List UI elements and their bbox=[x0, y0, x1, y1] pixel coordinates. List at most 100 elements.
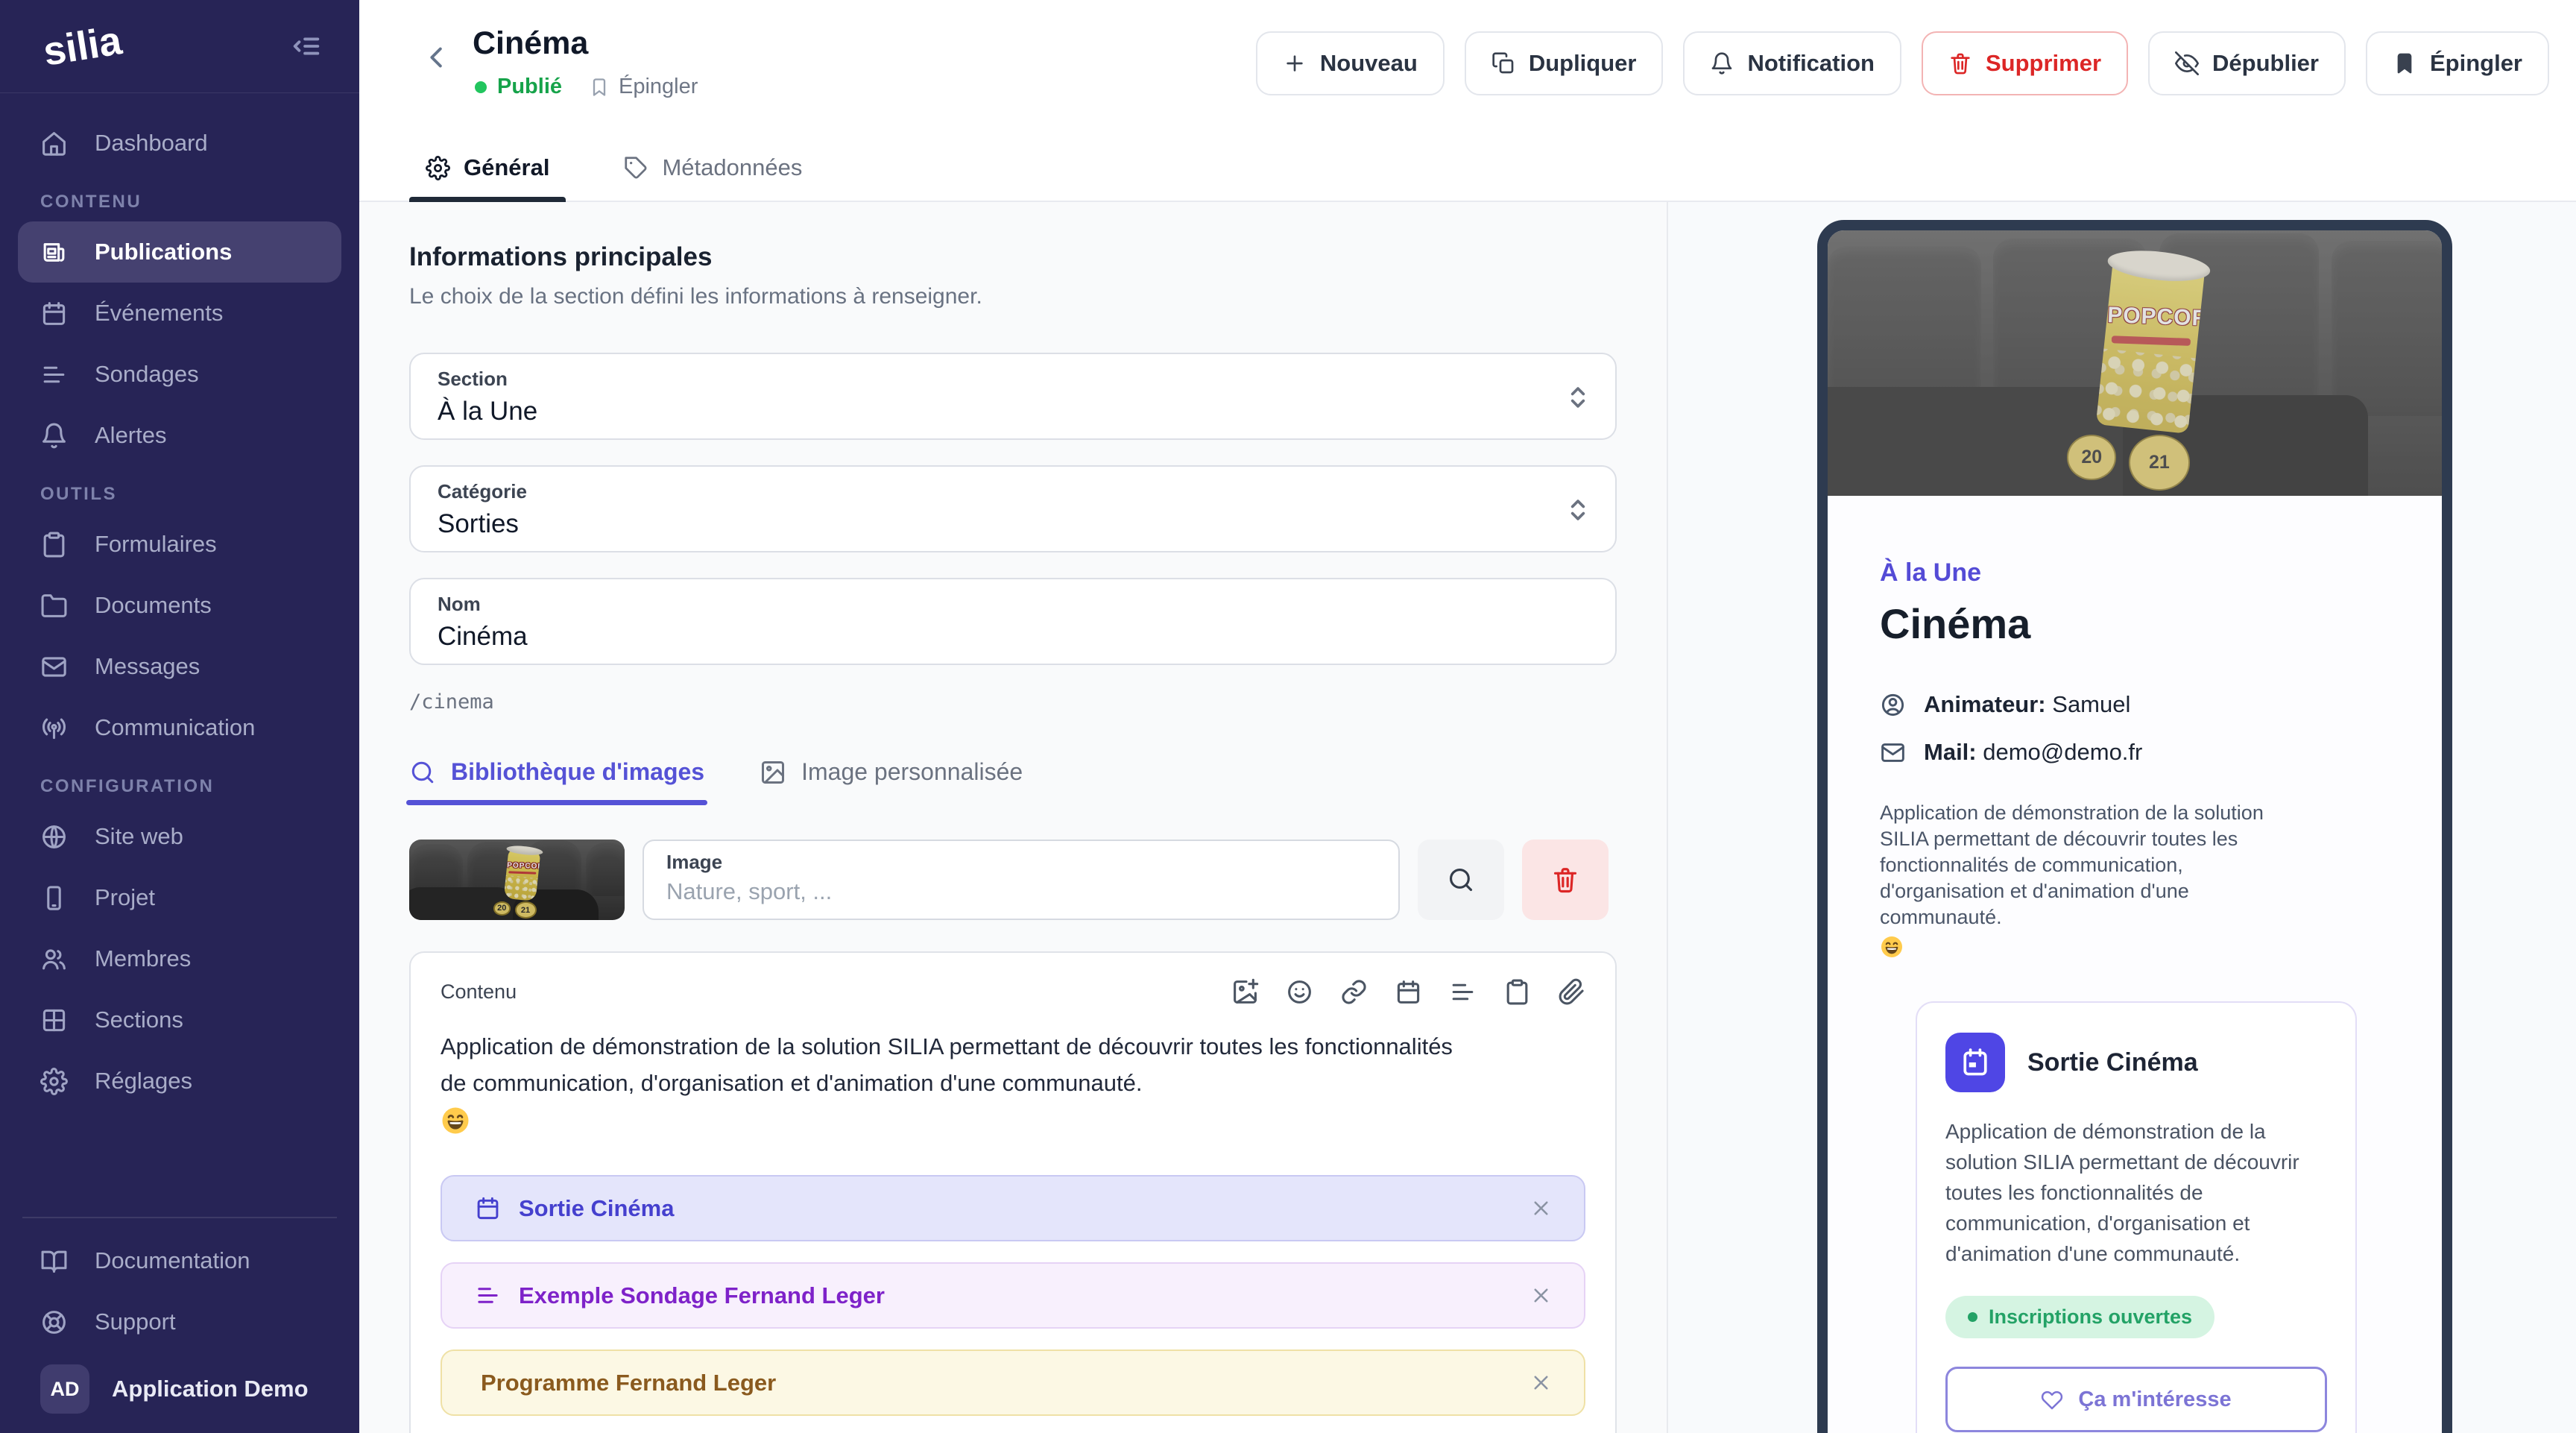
search-icon bbox=[1447, 866, 1475, 894]
close-icon[interactable] bbox=[1530, 1197, 1553, 1220]
button-label: Notification bbox=[1747, 50, 1875, 77]
tab-metadonnees[interactable]: Métadonnées bbox=[607, 154, 818, 202]
tab-general[interactable]: Général bbox=[409, 154, 566, 202]
smiley-icon[interactable] bbox=[1286, 978, 1313, 1006]
sidebar-item-formulaires[interactable]: Formulaires bbox=[18, 514, 341, 575]
link-icon[interactable] bbox=[1340, 978, 1368, 1006]
content-text[interactable]: Application de démonstration de la solut… bbox=[441, 1028, 1484, 1101]
image-delete-button[interactable] bbox=[1522, 840, 1609, 920]
pin-button[interactable]: Épingler bbox=[2366, 31, 2549, 95]
mail-value: demo@demo.fr bbox=[1983, 739, 2142, 765]
chip-label: Exemple Sondage Fernand Leger bbox=[519, 1282, 885, 1309]
sidebar-item-label: Messages bbox=[95, 653, 200, 680]
chevron-updown-icon[interactable] bbox=[1562, 381, 1594, 414]
sidebar-item-membres[interactable]: Membres bbox=[18, 928, 341, 989]
sidebar-item-communication[interactable]: Communication bbox=[18, 697, 341, 758]
attachment-event-chip[interactable]: Sortie Cinéma bbox=[441, 1175, 1585, 1241]
image-search-button[interactable] bbox=[1418, 840, 1504, 920]
duplicate-button[interactable]: Dupliquer bbox=[1465, 31, 1664, 95]
sidebar-item-label: Dashboard bbox=[95, 130, 208, 157]
app-root: silia Dashboard CONTENU Publications Évé… bbox=[0, 0, 2576, 1433]
tab-custom-image[interactable]: Image personnalisée bbox=[760, 758, 1023, 805]
content-editor[interactable]: Contenu Application de démonstration de … bbox=[409, 951, 1617, 1433]
user-account[interactable]: AD Application Demo bbox=[18, 1352, 341, 1414]
section-select[interactable]: Section À la Une bbox=[409, 353, 1617, 440]
sidebar-item-support[interactable]: Support bbox=[18, 1291, 341, 1352]
field-value: À la Une bbox=[438, 397, 1588, 426]
paperclip-icon[interactable] bbox=[1558, 978, 1585, 1006]
sidebar-item-label: Publications bbox=[95, 239, 232, 265]
image-plus-icon[interactable] bbox=[1231, 978, 1259, 1006]
interested-button[interactable]: Ça m'intéresse bbox=[1945, 1367, 2327, 1432]
sidebar-item-documentation[interactable]: Documentation bbox=[18, 1230, 341, 1291]
sidebar-item-documents[interactable]: Documents bbox=[18, 575, 341, 636]
notification-button[interactable]: Notification bbox=[1683, 31, 1901, 95]
calendar-icon bbox=[40, 300, 68, 327]
grid-icon bbox=[40, 1007, 68, 1034]
sidebar-item-site-web[interactable]: Site web bbox=[18, 806, 341, 867]
sidebar-collapse-icon[interactable] bbox=[289, 29, 323, 63]
preview-hero-image: POPCORN 20 21 bbox=[1828, 230, 2442, 496]
gear-icon bbox=[40, 1068, 68, 1095]
users-icon bbox=[40, 945, 68, 973]
list-icon bbox=[40, 361, 68, 388]
home-icon bbox=[40, 130, 68, 157]
unpublish-button[interactable]: Dépublier bbox=[2148, 31, 2346, 95]
list-icon[interactable] bbox=[1449, 978, 1477, 1006]
section-subheading: Le choix de la section défini les inform… bbox=[409, 284, 1667, 309]
pin-label: Épingler bbox=[619, 75, 698, 99]
categorie-select[interactable]: Catégorie Sorties bbox=[409, 465, 1617, 552]
sidebar-item-label: Communication bbox=[95, 714, 255, 741]
tab-label: Général bbox=[464, 154, 549, 181]
delete-button[interactable]: Supprimer bbox=[1922, 31, 2128, 95]
sidebar-item-evenements[interactable]: Événements bbox=[18, 283, 341, 344]
close-icon[interactable] bbox=[1530, 1284, 1553, 1307]
image-thumbnail[interactable]: POPCORN 20 21 bbox=[409, 840, 625, 920]
sidebar-item-alertes[interactable]: Alertes bbox=[18, 405, 341, 466]
image-row: POPCORN 20 21 Image Nature, sport, ... bbox=[409, 840, 1667, 920]
sidebar-item-dashboard[interactable]: Dashboard bbox=[18, 113, 341, 174]
preview-description: Application de démonstration de la solut… bbox=[1880, 800, 2312, 930]
field-label: Catégorie bbox=[438, 480, 1588, 503]
close-icon[interactable] bbox=[1530, 1371, 1553, 1394]
plus-icon bbox=[1283, 51, 1307, 75]
sidebar-item-publications[interactable]: Publications bbox=[18, 221, 341, 283]
sidebar-divider bbox=[22, 1217, 337, 1218]
bookmark-icon bbox=[589, 77, 610, 98]
broadcast-icon bbox=[40, 714, 68, 742]
bookmark-filled-icon bbox=[2393, 51, 2416, 75]
image-search-input[interactable]: Image Nature, sport, ... bbox=[643, 840, 1400, 920]
attachment-program-chip[interactable]: Programme Fernand Leger bbox=[441, 1349, 1585, 1416]
chevron-updown-icon[interactable] bbox=[1562, 494, 1594, 526]
tag-icon bbox=[624, 156, 648, 180]
back-button[interactable] bbox=[420, 40, 455, 75]
event-card-title: Sortie Cinéma bbox=[2027, 1048, 2198, 1077]
calendar-icon bbox=[1959, 1046, 1992, 1079]
button-label: Supprimer bbox=[1986, 50, 2101, 77]
mail-icon bbox=[40, 653, 68, 681]
sidebar-item-projet[interactable]: Projet bbox=[18, 867, 341, 928]
image-icon bbox=[760, 759, 786, 786]
clipboard-icon[interactable] bbox=[1503, 978, 1531, 1006]
sidebar-item-label: Alertes bbox=[95, 422, 166, 449]
sidebar-item-label: Formulaires bbox=[95, 531, 217, 558]
sidebar-item-reglages[interactable]: Réglages bbox=[18, 1051, 341, 1112]
calendar-icon[interactable] bbox=[1395, 978, 1422, 1006]
chip-label: Programme Fernand Leger bbox=[481, 1370, 776, 1396]
sidebar-item-messages[interactable]: Messages bbox=[18, 636, 341, 697]
page-title: Cinéma bbox=[473, 25, 588, 62]
attachment-survey-chip[interactable]: Exemple Sondage Fernand Leger bbox=[441, 1262, 1585, 1329]
nom-field[interactable]: Nom Cinéma bbox=[409, 578, 1617, 665]
new-button[interactable]: Nouveau bbox=[1256, 31, 1445, 95]
sidebar-item-sondages[interactable]: Sondages bbox=[18, 344, 341, 405]
tab-label: Bibliothèque d'images bbox=[451, 758, 704, 786]
sidebar-item-label: Documentation bbox=[95, 1247, 250, 1274]
mail-row: Mail: demo@demo.fr bbox=[1880, 739, 2390, 766]
pin-toggle[interactable]: Épingler bbox=[589, 75, 698, 99]
cinema-hero-art: POPCORN 20 21 bbox=[1828, 230, 2442, 496]
sidebar-item-label: Documents bbox=[95, 592, 212, 619]
event-card-description: Application de démonstration de la solut… bbox=[1945, 1116, 2327, 1269]
sidebar-item-sections[interactable]: Sections bbox=[18, 989, 341, 1051]
status-row: Publié Épingler bbox=[475, 75, 698, 99]
tab-image-library[interactable]: Bibliothèque d'images bbox=[409, 758, 704, 805]
